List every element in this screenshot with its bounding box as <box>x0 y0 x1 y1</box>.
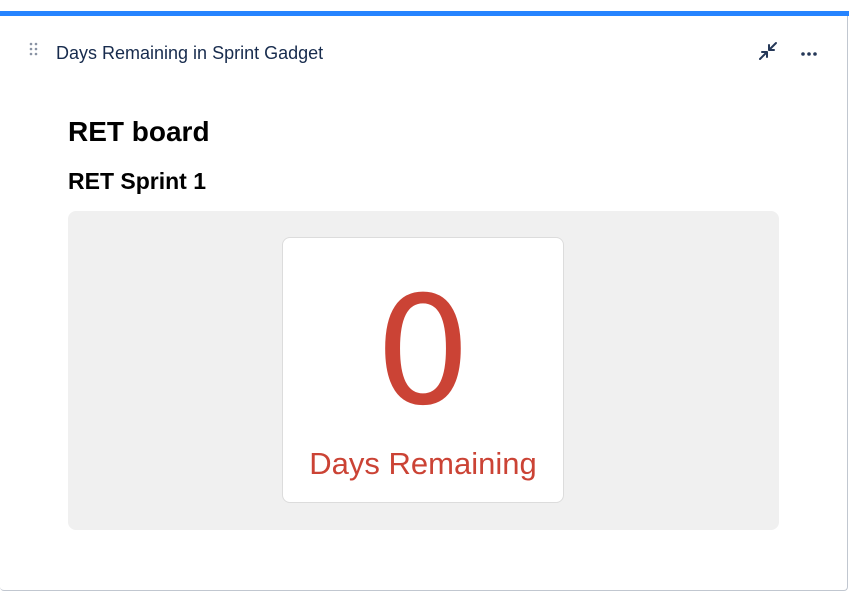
gadget-container: Days Remaining in Sprint Gadget RET boar… <box>0 11 849 591</box>
minimize-icon <box>758 41 778 66</box>
minimize-button[interactable] <box>755 40 781 66</box>
days-remaining-card: 0 Days Remaining <box>282 237 564 503</box>
drag-handle-icon[interactable] <box>29 42 39 56</box>
sprint-name: RET Sprint 1 <box>68 168 207 194</box>
days-remaining-panel: 0 Days Remaining <box>68 211 779 530</box>
board-name: RET board <box>68 116 210 147</box>
days-remaining-value: 0 <box>375 265 471 439</box>
days-remaining-label: Days Remaining <box>309 446 537 481</box>
more-options-button[interactable] <box>796 40 822 66</box>
more-options-icon <box>800 44 818 62</box>
gadget-header: Days Remaining in Sprint Gadget <box>0 16 848 80</box>
gadget-title: Days Remaining in Sprint Gadget <box>56 43 324 63</box>
